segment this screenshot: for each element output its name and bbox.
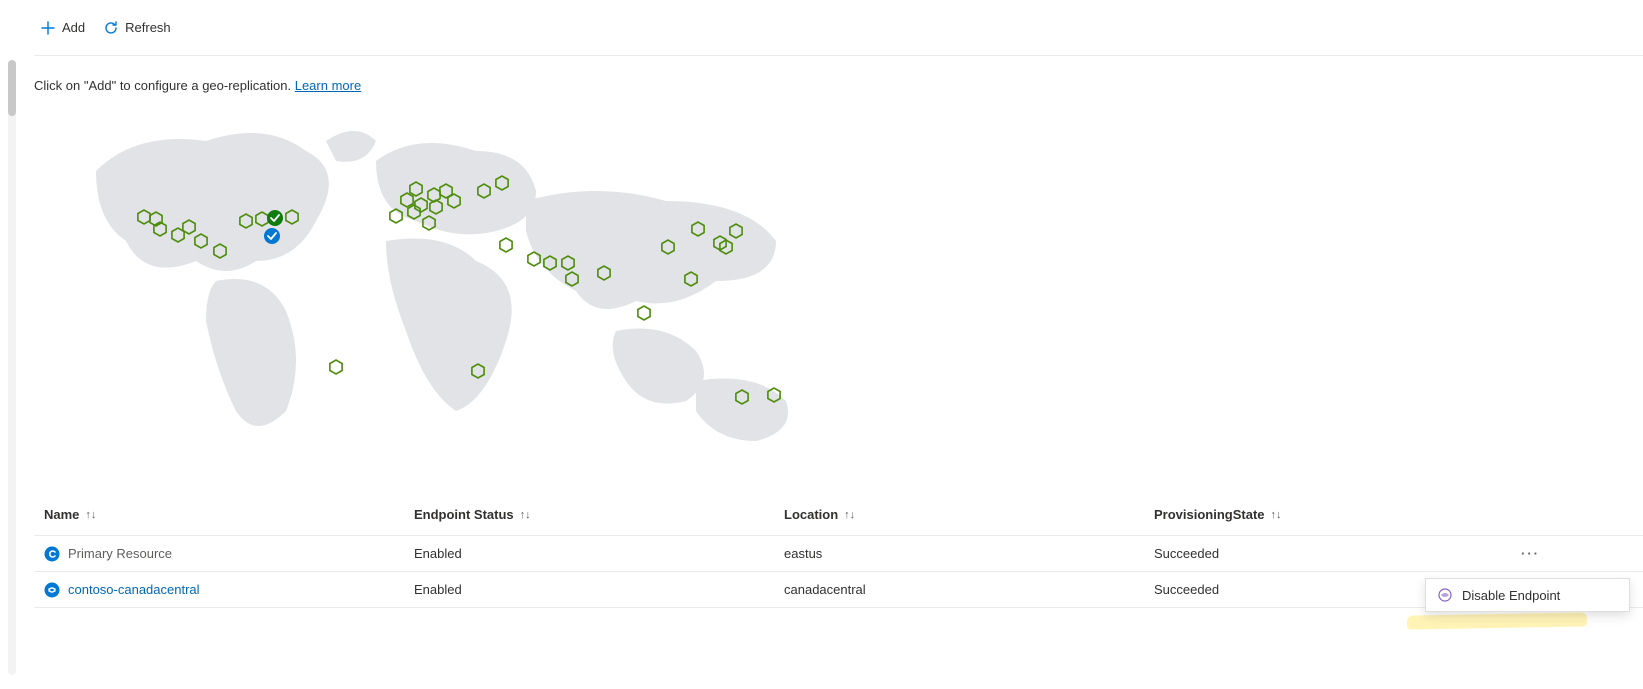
learn-more-link[interactable]: Learn more — [295, 78, 361, 93]
resource-link[interactable]: contoso-canadacentral — [68, 582, 200, 597]
notice-text: Click on "Add" to configure a geo-replic… — [34, 56, 1643, 99]
resource-name: Primary Resource — [68, 546, 172, 561]
toolbar: Add Refresh — [34, 0, 1643, 56]
disable-endpoint-label: Disable Endpoint — [1462, 588, 1560, 603]
active-region-icon[interactable] — [264, 228, 280, 244]
col-provisioning-state[interactable]: ProvisioningState↑↓ — [1144, 507, 1514, 522]
col-endpoint-status[interactable]: Endpoint Status↑↓ — [404, 507, 774, 522]
refresh-icon — [103, 20, 119, 36]
sort-icon: ↑↓ — [85, 509, 96, 521]
table-row: contoso-canadacentral Enabledcanadacentra… — [34, 572, 1643, 608]
add-button[interactable]: Add — [40, 20, 85, 36]
col-name[interactable]: Name↑↓ — [34, 507, 404, 522]
sort-icon: ↑↓ — [844, 509, 855, 521]
sort-icon: ↑↓ — [520, 509, 531, 521]
refresh-button[interactable]: Refresh — [103, 20, 171, 36]
replica-resource-icon — [44, 582, 60, 598]
region-hex-icon[interactable] — [638, 306, 650, 320]
active-region-icon[interactable] — [267, 210, 283, 226]
cell-name: contoso-canadacentral — [34, 582, 404, 598]
replicas-table: Name↑↓ Endpoint Status↑↓ Location↑↓ Prov… — [34, 494, 1643, 608]
cell-provisioning-state: Succeeded — [1144, 546, 1514, 561]
row-more-button[interactable]: ··· — [1514, 546, 1554, 561]
cell-endpoint-status: Enabled — [404, 546, 774, 561]
sort-icon: ↑↓ — [1271, 509, 1282, 521]
refresh-label: Refresh — [125, 20, 171, 35]
scrollbar[interactable] — [8, 60, 16, 675]
plus-icon — [40, 20, 56, 36]
continents — [96, 131, 788, 441]
content-area: Add Refresh Click on "Add" to configure … — [34, 0, 1643, 689]
left-rail: ‹ — [0, 0, 6, 689]
region-hex-icon[interactable] — [500, 238, 512, 252]
cell-name: Primary Resource — [34, 546, 404, 562]
add-label: Add — [62, 20, 85, 35]
region-hex-icon[interactable] — [330, 360, 342, 374]
cell-endpoint-status: Enabled — [404, 582, 774, 597]
primary-resource-icon — [44, 546, 60, 562]
table-header: Name↑↓ Endpoint Status↑↓ Location↑↓ Prov… — [34, 494, 1643, 536]
scrollbar-thumb[interactable] — [8, 60, 16, 116]
context-menu[interactable]: Disable Endpoint — [1425, 578, 1630, 612]
notice-message: Click on "Add" to configure a geo-replic… — [34, 78, 291, 93]
col-location[interactable]: Location↑↓ — [774, 507, 1144, 522]
table-row: Primary Resource EnabledeastusSucceeded··… — [34, 536, 1643, 572]
cell-location: eastus — [774, 546, 1144, 561]
table-body: Primary ResourceEnabledeastusSucceeded··… — [34, 536, 1643, 608]
chevron-left-icon[interactable]: ‹ — [0, 32, 1, 48]
world-map[interactable] — [56, 111, 826, 476]
disable-endpoint-icon — [1438, 588, 1452, 602]
map-svg — [56, 111, 826, 476]
cell-location: canadacentral — [774, 582, 1144, 597]
